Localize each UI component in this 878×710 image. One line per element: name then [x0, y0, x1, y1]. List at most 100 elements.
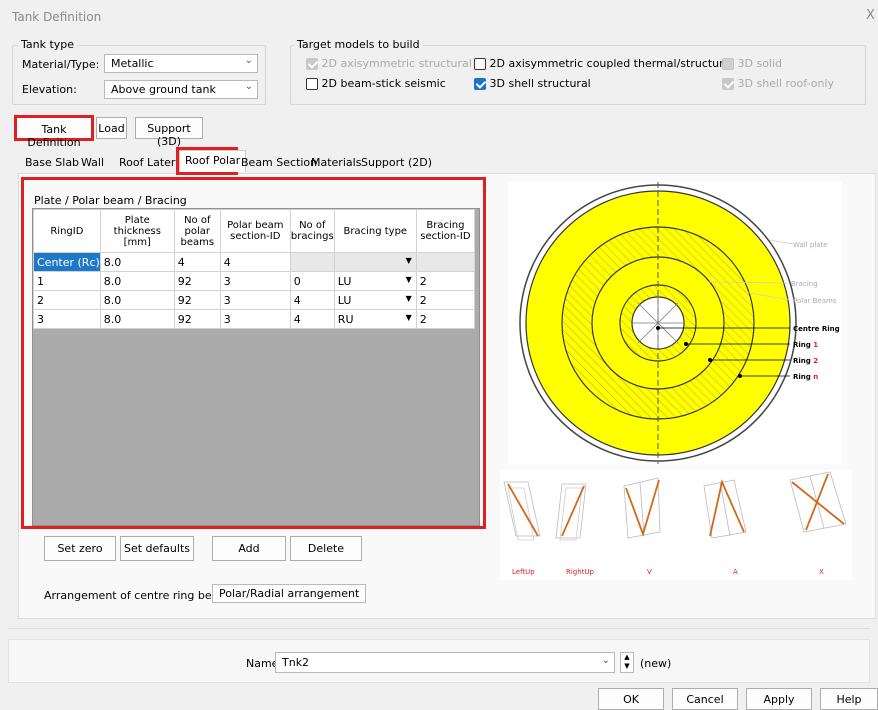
cell-plate-thickness[interactable]: 8.0	[99, 252, 175, 272]
cell-bracing-type[interactable]: ▼	[333, 252, 417, 272]
chevron-down-icon: ⌄	[352, 585, 361, 596]
bracing-label-leftup: LeftUp	[512, 568, 535, 576]
checkbox-2d-axisymmetric-coupled[interactable]: 2D axisymmetric coupled thermal/structur…	[474, 57, 733, 70]
table-row[interactable]: 3 8.0 92 3 4 RU ▼ 2	[33, 309, 476, 329]
cell-bracing-section[interactable]	[415, 252, 476, 272]
checkbox-3d-solid[interactable]: 3D solid	[722, 57, 782, 70]
cell-ringid[interactable]: 3	[33, 309, 101, 329]
cell-bracing-type[interactable]: LU ▼	[333, 290, 417, 310]
cell-polar-beam-section[interactable]: 3	[219, 309, 291, 329]
elevation-value: Above ground tank	[111, 83, 216, 96]
delete-button[interactable]: Delete	[290, 536, 362, 561]
tab-wall[interactable]: Wall	[76, 153, 109, 173]
col-ringid[interactable]: RingID	[33, 209, 101, 253]
cell-polar-beam-section[interactable]: 4	[219, 252, 291, 272]
cell-ringid[interactable]: 1	[33, 271, 101, 291]
help-button[interactable]: Help	[820, 688, 878, 710]
target-models-group-label: Target models to build	[294, 38, 423, 51]
cell-bracing-type[interactable]: RU ▼	[333, 309, 417, 329]
elevation-select[interactable]: Above ground tank ⌄	[104, 80, 258, 99]
ok-button[interactable]: OK	[598, 688, 664, 710]
checkbox-3d-shell-roof-only[interactable]: 3D shell roof-only	[722, 77, 834, 90]
bracing-label-a: A	[733, 568, 738, 576]
checkbox-icon	[306, 78, 318, 90]
col-bracing-type[interactable]: Bracing type	[333, 209, 417, 253]
cancel-button[interactable]: Cancel	[672, 688, 738, 710]
cell-no-bracings[interactable]: 4	[289, 290, 335, 310]
wall-plate-label: Wall plate	[793, 241, 828, 249]
checkbox-icon	[722, 78, 734, 90]
window-title: Tank Definition	[12, 10, 102, 24]
col-plate-thickness[interactable]: Plate thickness [mm]	[99, 209, 175, 253]
cell-bracing-type[interactable]: LU ▼	[333, 271, 417, 291]
tank-roof-diagram: Wall plate Bracing Polar Beams Centre Ri…	[508, 182, 842, 464]
checkbox-label: 3D shell structural	[489, 77, 591, 90]
ring-1-prefix: Ring	[793, 341, 813, 349]
cell-bracing-section[interactable]: 2	[415, 290, 476, 310]
set-defaults-button[interactable]: Set defaults	[120, 536, 194, 561]
cell-bracing-section[interactable]: 2	[415, 309, 476, 329]
spinner-down-icon[interactable]: ▼	[624, 662, 629, 670]
ring-1-dot	[684, 342, 688, 346]
cell-no-bracings[interactable]	[289, 252, 335, 272]
table-row[interactable]: 1 8.0 92 3 0 LU ▼ 2	[33, 271, 476, 291]
dropdown-arrow-icon[interactable]: ▼	[406, 313, 412, 322]
col-polar-beam-section[interactable]: Polar beam section-ID	[219, 209, 291, 253]
col-bracing-section[interactable]: Bracing section-ID	[415, 209, 476, 253]
checkbox-2d-beam-stick-seismic[interactable]: 2D beam-stick seismic	[306, 77, 446, 90]
col-no-bracings[interactable]: No of bracings	[289, 209, 335, 253]
checkbox-2d-axisymmetric-structural[interactable]: 2D axisymmetric structural	[306, 57, 472, 70]
name-spinner[interactable]: ▲ ▼	[620, 652, 634, 673]
spinner-up-icon[interactable]: ▲	[624, 653, 629, 661]
ring-2-prefix: Ring	[793, 357, 813, 365]
centre-ring-label: Centre Ring	[793, 325, 840, 333]
support-3d-button[interactable]: Support (3D)	[135, 117, 203, 148]
dropdown-arrow-icon[interactable]: ▼	[406, 294, 412, 303]
tank-definition-button[interactable]: Tank Definition	[14, 115, 94, 149]
cell-polar-beam-section[interactable]: 3	[219, 271, 291, 291]
table-row[interactable]: Center (Rc) 8.0 4 4 ▼	[33, 252, 476, 272]
cell-no-polar-beams[interactable]: 92	[173, 309, 221, 329]
target-models-group	[290, 45, 866, 105]
ring-n-number: n	[813, 373, 818, 381]
add-button[interactable]: Add	[212, 536, 286, 561]
cell-polar-beam-section[interactable]: 3	[219, 290, 291, 310]
load-button[interactable]: Load	[96, 117, 127, 139]
checkbox-3d-shell-structural[interactable]: 3D shell structural	[474, 77, 591, 90]
cell-no-bracings[interactable]: 4	[289, 309, 335, 329]
tank-type-group-label: Tank type	[18, 38, 78, 51]
cell-no-polar-beams[interactable]: 92	[173, 271, 221, 291]
material-type-select[interactable]: Metallic ⌄	[104, 54, 258, 73]
name-select[interactable]: Tnk2 ⌄	[275, 652, 615, 673]
chevron-down-icon: ⌄	[244, 81, 253, 92]
cell-no-bracings[interactable]: 0	[289, 271, 335, 291]
elevation-label: Elevation:	[22, 83, 77, 96]
cell-no-polar-beams[interactable]: 4	[173, 252, 221, 272]
arrangement-label: Arrangement of centre ring beams	[44, 589, 235, 602]
polar-beams-label: Polar Beams	[793, 297, 837, 305]
cell-plate-thickness[interactable]: 8.0	[99, 271, 175, 291]
arrangement-value: Polar/Radial arrangement	[219, 587, 360, 600]
cell-ringid[interactable]: Center (Rc)	[33, 252, 101, 272]
cell-no-polar-beams[interactable]: 92	[173, 290, 221, 310]
cell-plate-thickness[interactable]: 8.0	[99, 290, 175, 310]
dropdown-arrow-icon[interactable]: ▼	[406, 256, 412, 265]
col-no-polar-beams[interactable]: No of polar beams	[173, 209, 221, 253]
dropdown-arrow-icon[interactable]: ▼	[406, 275, 412, 284]
tab-support-2d[interactable]: Support (2D)	[356, 153, 437, 173]
cell-ringid[interactable]: 2	[33, 290, 101, 310]
checkbox-label: 3D shell roof-only	[737, 77, 835, 90]
arrangement-select[interactable]: Polar/Radial arrangement ⌄	[212, 584, 366, 603]
bracing-label: Bracing	[791, 280, 818, 288]
apply-button[interactable]: Apply	[746, 688, 812, 710]
bracing-type-value: LU	[337, 293, 352, 307]
material-type-label: Material/Type:	[22, 58, 100, 71]
set-zero-button[interactable]: Set zero	[44, 536, 116, 561]
close-icon[interactable]: X	[866, 8, 875, 23]
cell-plate-thickness[interactable]: 8.0	[99, 309, 175, 329]
name-value: Tnk2	[282, 656, 310, 669]
tab-base-slab[interactable]: Base Slab	[20, 153, 84, 173]
cell-bracing-section[interactable]: 2	[415, 271, 476, 291]
grid-group-label: Plate / Polar beam / Bracing	[34, 194, 187, 207]
table-row[interactable]: 2 8.0 92 3 4 LU ▼ 2	[33, 290, 476, 310]
